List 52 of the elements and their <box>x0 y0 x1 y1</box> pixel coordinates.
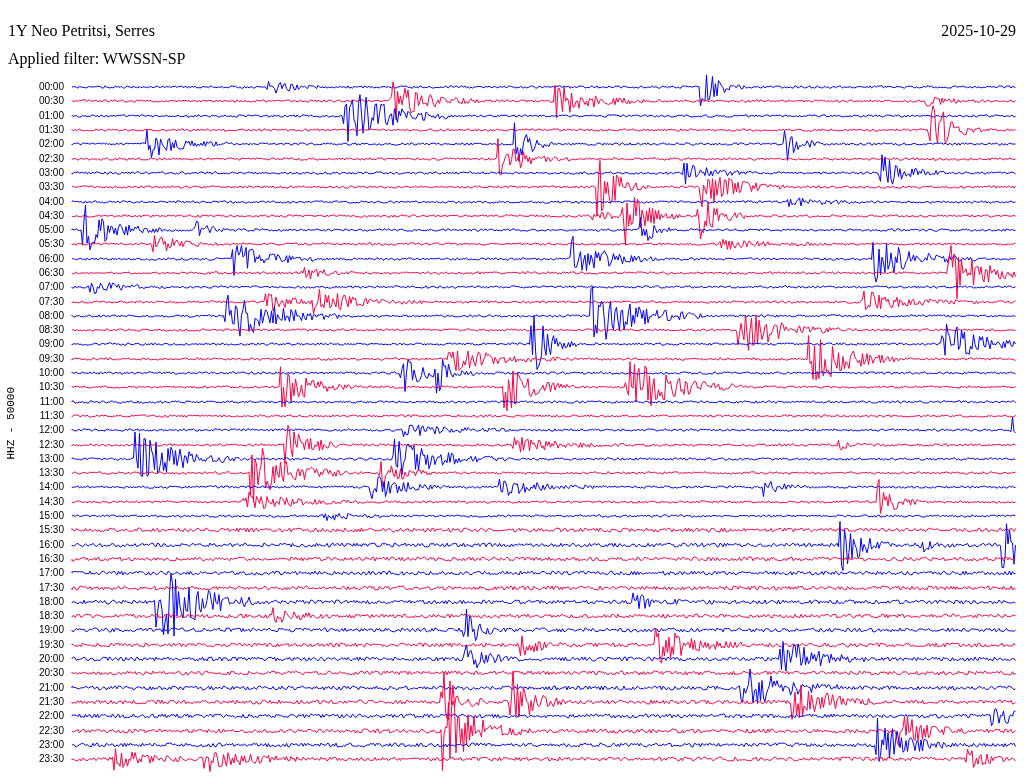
axis-label: HHZ - 50000 <box>3 386 18 460</box>
time-label: 21:30 <box>37 696 64 707</box>
time-label: 23:30 <box>37 754 64 765</box>
time-label: 08:30 <box>37 325 64 336</box>
time-label: 05:00 <box>37 225 64 236</box>
time-label: 14:30 <box>37 496 64 507</box>
time-label: 15:30 <box>37 525 64 536</box>
time-label: 21:00 <box>37 682 64 693</box>
time-label: 01:30 <box>37 125 64 136</box>
time-label: 18:30 <box>37 611 64 622</box>
time-label: 04:30 <box>37 210 64 221</box>
time-label: 16:00 <box>37 539 64 550</box>
time-label: 19:30 <box>37 639 64 650</box>
time-label: 06:30 <box>37 268 64 278</box>
time-label: 12:30 <box>37 439 64 450</box>
time-label: 16:30 <box>37 553 64 564</box>
time-label: 08:00 <box>37 310 64 321</box>
time-label: 22:00 <box>37 711 64 722</box>
time-label: 13:30 <box>37 468 64 479</box>
time-label: 06:00 <box>37 253 64 264</box>
time-label: 03:00 <box>37 167 64 178</box>
time-label: 05:30 <box>37 239 64 250</box>
time-label: 00:30 <box>37 96 64 107</box>
time-label: 14:00 <box>37 482 64 493</box>
time-label: 19:00 <box>37 625 64 636</box>
time-label: 17:00 <box>37 568 64 579</box>
time-label: 11:30 <box>38 410 64 421</box>
filter-label: Applied filter: WWSSN-SP <box>8 49 186 70</box>
time-label: 09:30 <box>37 353 64 364</box>
time-label: 04:00 <box>37 196 64 207</box>
time-label: 03:30 <box>37 182 64 193</box>
time-label: 10:00 <box>37 368 64 379</box>
station-title: 1Y Neo Petritsi, Serres <box>8 21 155 41</box>
time-label: 15:00 <box>37 511 64 522</box>
time-label: 20:00 <box>37 654 64 664</box>
time-label: 07:00 <box>37 282 64 293</box>
time-label: 00:00 <box>37 82 64 93</box>
time-label: 01:00 <box>37 110 64 121</box>
time-label: 02:00 <box>37 139 64 150</box>
time-label: 09:00 <box>37 339 64 350</box>
time-label: 18:00 <box>37 596 64 607</box>
time-label: 10:30 <box>37 382 64 393</box>
time-label: 12:00 <box>37 425 64 436</box>
time-label: 02:30 <box>37 153 64 164</box>
date-label: 2025-10-29 <box>941 21 1016 41</box>
time-label: 13:00 <box>37 453 64 464</box>
time-label: 22:30 <box>37 725 64 736</box>
time-label: 20:30 <box>37 668 64 679</box>
time-label: 23:00 <box>37 739 64 750</box>
time-label: 11:00 <box>38 396 64 407</box>
time-label: 17:30 <box>37 582 64 593</box>
time-label: 07:30 <box>37 296 64 307</box>
